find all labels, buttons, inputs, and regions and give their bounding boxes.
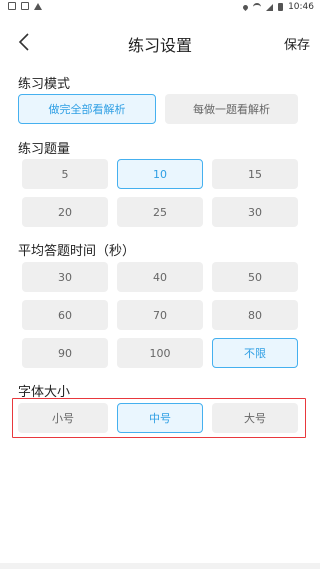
bottom-bar (0, 563, 320, 569)
question-count-option-10[interactable]: 10 (117, 159, 203, 189)
alert-icon (34, 2, 42, 10)
signal-icon (266, 3, 274, 11)
avg-time-option-unlimited[interactable]: 不限 (212, 338, 298, 368)
avg-time-option-70[interactable]: 70 (117, 300, 203, 330)
font-size-option-large[interactable]: 大号 (212, 403, 298, 433)
question-count-option-15[interactable]: 15 (212, 159, 298, 189)
avg-time-option-60[interactable]: 60 (22, 300, 108, 330)
avg-time-option-50[interactable]: 50 (212, 262, 298, 292)
font-size-option-medium[interactable]: 中号 (117, 403, 203, 433)
practice-mode-option-all[interactable]: 做完全部看解析 (18, 94, 156, 124)
avg-time-title: 平均答题时间（秒） (18, 244, 136, 259)
avg-time-option-30[interactable]: 30 (22, 262, 108, 292)
save-button[interactable]: 保存 (284, 34, 310, 53)
font-size-option-small[interactable]: 小号 (18, 403, 108, 433)
battery-icon (278, 3, 284, 11)
avg-time-option-100[interactable]: 100 (117, 338, 203, 368)
avg-time-option-90[interactable]: 90 (22, 338, 108, 368)
avg-time-option-80[interactable]: 80 (212, 300, 298, 330)
question-count-title: 练习题量 (18, 142, 71, 157)
status-time: 10:46 (288, 2, 314, 12)
avg-time-option-40[interactable]: 40 (117, 262, 203, 292)
question-count-option-30[interactable]: 30 (212, 197, 298, 227)
location-icon (242, 3, 250, 11)
square-icon (21, 2, 29, 10)
practice-mode-option-each[interactable]: 每做一题看解析 (165, 94, 298, 124)
status-bar: 10:46 (0, 0, 320, 14)
square-icon (8, 2, 16, 10)
practice-mode-title: 练习模式 (18, 77, 71, 92)
wifi-icon (253, 3, 262, 11)
question-count-option-25[interactable]: 25 (117, 197, 203, 227)
page-title: 练习设置 (127, 36, 192, 55)
question-count-option-5[interactable]: 5 (22, 159, 108, 189)
question-count-option-20[interactable]: 20 (22, 197, 108, 227)
header: 练习设置 保存 (0, 28, 320, 58)
